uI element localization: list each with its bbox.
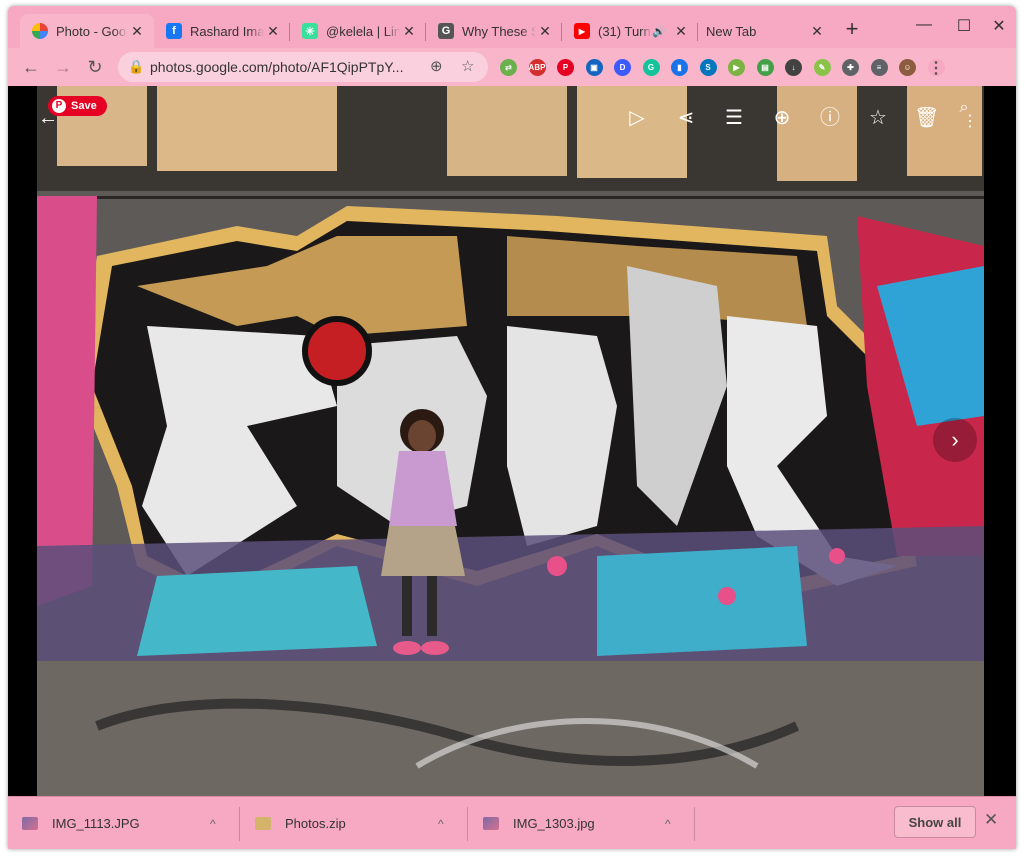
ext-book-icon[interactable]: ▣ bbox=[585, 59, 603, 76]
tab-title: (31) Turn bbox=[598, 23, 651, 39]
address-bar[interactable]: 🔒 photos.google.com/photo/AF1QipPTpY... … bbox=[118, 52, 488, 82]
pin-save-label: Save bbox=[71, 100, 97, 112]
tab-close-icon[interactable]: ✕ bbox=[808, 23, 826, 40]
tab-why-these[interactable]: G Why These S ✕ bbox=[426, 14, 562, 48]
pinterest-icon[interactable]: P bbox=[557, 59, 574, 76]
tab-close-icon[interactable]: ✕ bbox=[400, 23, 418, 40]
download-filename: IMG_1303.jpg bbox=[513, 816, 595, 831]
download-item[interactable]: IMG_1303.jpg ^ bbox=[469, 797, 693, 849]
tab-title: @kelela | Lin bbox=[326, 23, 400, 39]
browser-window: Photo - Goo ✕ f Rashard Ima ✕ ✳ @kelela … bbox=[8, 6, 1016, 849]
ext-play-icon[interactable]: ▶ bbox=[728, 59, 745, 76]
forward-button[interactable]: → bbox=[52, 56, 74, 78]
tab-strip: Photo - Goo ✕ f Rashard Ima ✕ ✳ @kelela … bbox=[8, 6, 1016, 50]
google-photos-favicon-icon bbox=[32, 23, 48, 39]
image-file-icon bbox=[483, 817, 499, 830]
tab-close-icon[interactable]: ✕ bbox=[264, 23, 282, 40]
ext-bookmark-icon[interactable]: ▮ bbox=[671, 59, 688, 76]
adblock-icon[interactable]: ABP bbox=[528, 59, 546, 76]
menu-kebab-icon[interactable]: ⋮ bbox=[927, 59, 945, 77]
tab-new-tab[interactable]: New Tab ✕ bbox=[698, 14, 834, 48]
tab-close-icon[interactable]: ✕ bbox=[128, 23, 146, 40]
tab-youtube[interactable]: ▶ (31) Turn 🔊 ✕ bbox=[562, 14, 698, 48]
back-button[interactable]: ← bbox=[20, 56, 42, 78]
tab-google-photos[interactable]: Photo - Goo ✕ bbox=[20, 14, 154, 48]
shelf-separator bbox=[467, 807, 468, 841]
tab-title: New Tab bbox=[706, 23, 757, 39]
profile-avatar-icon[interactable]: ☺ bbox=[899, 59, 916, 76]
tab-close-icon[interactable]: ✕ bbox=[672, 23, 690, 40]
edit-adjust-icon[interactable]: ☰ bbox=[722, 106, 746, 130]
ext-paint-icon[interactable]: ✎ bbox=[813, 59, 831, 76]
grammarly-icon[interactable]: G bbox=[642, 59, 660, 76]
youtube-favicon-icon: ▶ bbox=[574, 23, 590, 39]
tab-facebook[interactable]: f Rashard Ima ✕ bbox=[154, 14, 290, 48]
download-shelf: IMG_1113.JPG ^ Photos.zip ^ IMG_1303.jpg… bbox=[8, 796, 1016, 849]
show-all-button[interactable]: Show all bbox=[894, 806, 976, 838]
shelf-separator bbox=[239, 807, 240, 841]
ext-download-icon[interactable]: ↓ bbox=[785, 59, 802, 76]
close-window-button[interactable]: ✕ bbox=[988, 16, 1010, 36]
ext-list-icon[interactable]: ≡ bbox=[870, 59, 888, 76]
browser-toolbar: ← → ↻ 🔒 photos.google.com/photo/AF1QipPT… bbox=[8, 48, 1016, 86]
ext-1-icon[interactable]: ⇄ bbox=[500, 59, 517, 76]
tab-linktree[interactable]: ✳ @kelela | Lin ✕ bbox=[290, 14, 426, 48]
reload-button[interactable]: ↻ bbox=[84, 56, 106, 78]
download-item[interactable]: Photos.zip ^ bbox=[241, 797, 466, 849]
photo-viewer: P Save ← ▷ ⋖ ☰ ⊕ ⓘ ☆ 🗑 ⌕ ⋮ › bbox=[8, 86, 1016, 796]
chevron-up-icon[interactable]: ^ bbox=[665, 817, 671, 831]
facebook-favicon-icon: f bbox=[166, 23, 182, 39]
photo-image bbox=[37, 86, 984, 796]
download-item[interactable]: IMG_1113.JPG ^ bbox=[8, 797, 238, 849]
ext-print-icon[interactable]: ▤ bbox=[756, 59, 774, 76]
tab-title: Rashard Ima bbox=[190, 23, 264, 39]
close-shelf-icon[interactable]: ✕ bbox=[984, 810, 998, 830]
viewer-back-arrow-icon[interactable]: ← bbox=[36, 106, 60, 130]
tab-close-icon[interactable]: ✕ bbox=[536, 23, 554, 40]
url-text[interactable]: photos.google.com/photo/AF1QipPTpY... bbox=[150, 59, 403, 75]
chevron-up-icon[interactable]: ^ bbox=[210, 817, 216, 831]
more-options-icon[interactable]: ⋮ bbox=[962, 110, 978, 134]
linktree-favicon-icon: ✳ bbox=[302, 23, 318, 39]
g-favicon-icon: G bbox=[438, 23, 454, 39]
shelf-separator bbox=[694, 807, 695, 841]
download-filename: Photos.zip bbox=[285, 816, 346, 831]
tab-title: Why These S bbox=[462, 23, 536, 39]
audio-playing-icon[interactable]: 🔊 bbox=[652, 25, 666, 38]
graffiti-photo bbox=[37, 86, 984, 796]
delete-trash-icon[interactable]: 🗑 bbox=[914, 106, 939, 130]
favorite-star-icon[interactable]: ☆ bbox=[866, 106, 890, 130]
minimize-button[interactable]: — bbox=[913, 16, 935, 34]
info-icon[interactable]: ⓘ bbox=[818, 106, 842, 130]
chevron-up-icon[interactable]: ^ bbox=[438, 817, 444, 831]
new-tab-button[interactable]: + bbox=[840, 18, 864, 42]
install-icon[interactable]: ⊕ bbox=[430, 57, 443, 75]
lock-icon[interactable]: 🔒 bbox=[128, 59, 144, 75]
ext-s-icon[interactable]: S bbox=[699, 59, 717, 76]
ext-d-icon[interactable]: D bbox=[614, 59, 631, 76]
tab-title: Photo - Goo bbox=[56, 23, 127, 39]
image-file-icon bbox=[22, 817, 38, 830]
maximize-button[interactable]: ☐ bbox=[953, 16, 975, 36]
share-icon[interactable]: ⋖ bbox=[674, 106, 698, 130]
extensions-puzzle-icon[interactable]: ✚ bbox=[842, 59, 859, 76]
zoom-icon[interactable]: ⊕ bbox=[770, 106, 794, 130]
zip-file-icon bbox=[255, 817, 271, 830]
download-filename: IMG_1113.JPG bbox=[52, 816, 140, 831]
slideshow-icon[interactable]: ▷ bbox=[625, 106, 649, 130]
bookmark-star-icon[interactable]: ☆ bbox=[461, 57, 474, 75]
next-photo-button[interactable]: › bbox=[933, 418, 977, 462]
